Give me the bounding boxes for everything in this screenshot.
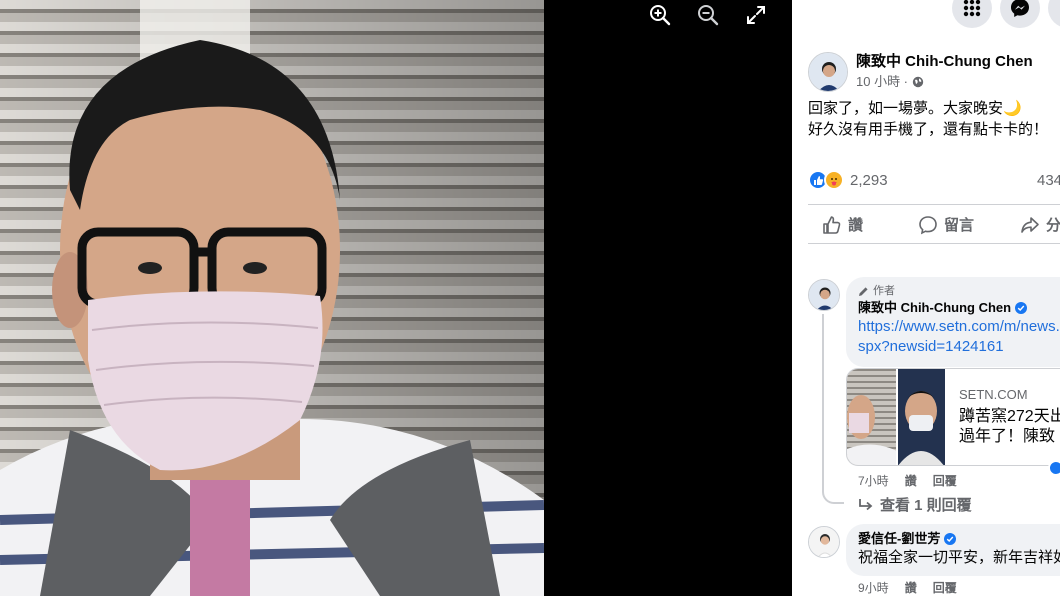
commenter-avatar-image bbox=[809, 527, 839, 557]
viewer-toolbar bbox=[648, 0, 768, 30]
thumbs-up-icon bbox=[813, 175, 823, 185]
view-replies-button[interactable]: 查看 1 則回覆 bbox=[858, 494, 972, 515]
link-preview-card[interactable]: SETN.COM 蹲苦窯272天出 過年了！陳致 bbox=[846, 368, 1060, 466]
link-preview-title: 蹲苦窯272天出 過年了！陳致 bbox=[959, 407, 1060, 447]
comment-icon bbox=[919, 215, 937, 234]
care-icon bbox=[831, 178, 837, 186]
comment-link[interactable]: https://www.setn.com/m/news.aspx?newsid=… bbox=[858, 317, 1060, 357]
divider-bottom bbox=[808, 243, 1060, 244]
comment-avatar[interactable] bbox=[808, 526, 840, 558]
photo-viewer bbox=[0, 0, 792, 596]
comment-count[interactable]: 434 bbox=[1037, 172, 1060, 189]
share-button[interactable]: 分享 bbox=[1020, 214, 1060, 235]
zoom-in-button[interactable] bbox=[648, 0, 672, 30]
reactions-bar: 2,293 434 bbox=[808, 170, 1060, 190]
zoom-out-button[interactable] bbox=[696, 0, 720, 30]
post-time[interactable]: 10 小時 · bbox=[856, 72, 908, 92]
globe-icon bbox=[912, 76, 924, 88]
like-label: 讚 bbox=[848, 217, 864, 234]
care-reaction-icon bbox=[824, 170, 844, 190]
comment-author[interactable]: 陳致中 Chih-Chung Chen bbox=[858, 299, 1060, 317]
zoom-in-icon bbox=[650, 5, 671, 26]
share-icon bbox=[1021, 216, 1039, 233]
comment-meta: 9小時 讚 回覆 bbox=[858, 579, 957, 596]
comment-like-button[interactable]: 讚 bbox=[905, 579, 917, 596]
author-badge: 作者 bbox=[858, 283, 1060, 299]
zoom-out-icon bbox=[698, 5, 719, 26]
checkmark-icon bbox=[1017, 305, 1025, 311]
comment-avatar[interactable] bbox=[808, 279, 840, 311]
post-photo[interactable] bbox=[0, 0, 544, 596]
comment-reply-button[interactable]: 回覆 bbox=[933, 579, 957, 596]
comment-meta: 7小時 讚 回覆 bbox=[858, 472, 957, 489]
post-text-line-1: 回家了，如一場夢。大家晚安🌙 bbox=[808, 100, 1022, 117]
reply-arrow-icon bbox=[859, 498, 873, 510]
post-detail-panel: 陳致中 Chih-Chung Chen 10 小時 · 回家了，如一場夢。大家晚… bbox=[792, 0, 1060, 596]
pencil-icon bbox=[859, 286, 868, 296]
verified-badge-icon bbox=[1015, 302, 1028, 314]
reply-thread-line bbox=[822, 314, 844, 504]
selfie-illustration bbox=[0, 0, 544, 596]
comment-bubble: 愛信任-劉世芳 祝福全家一切平安，新年吉祥如 bbox=[846, 524, 1060, 576]
comment-reply-button[interactable]: 回覆 bbox=[933, 472, 957, 489]
post-meta: 10 小時 · bbox=[856, 72, 1033, 92]
comment-author[interactable]: 愛信任-劉世芳 bbox=[858, 530, 1060, 548]
link-preview-title-line-2: 過年了！陳致 bbox=[959, 428, 1056, 445]
post-actions: 讚 留言 分享 bbox=[808, 206, 1060, 242]
comment-bubble: 作者 陳致中 Chih-Chung Chen https://www.setn.… bbox=[846, 277, 1060, 367]
post-text: 回家了，如一場夢。大家晚安🌙 好久沒有用手機了，還有點卡卡的！ bbox=[808, 98, 1048, 140]
top-nav-buttons bbox=[952, 0, 1060, 28]
post-header: 陳致中 Chih-Chung Chen 10 小時 · bbox=[808, 52, 1033, 92]
link-preview-title-line-1: 蹲苦窯272天出 bbox=[959, 408, 1060, 425]
link-preview-thumbnail bbox=[847, 369, 945, 465]
author-avatar-image bbox=[809, 53, 847, 91]
verified-badge-icon bbox=[944, 533, 957, 545]
preview-thumbnail-image bbox=[847, 369, 945, 465]
post-text-line-2: 好久沒有用手機了，還有點卡卡的！ bbox=[808, 121, 1049, 138]
comment-time[interactable]: 7小時 bbox=[858, 472, 889, 489]
menu-button[interactable] bbox=[952, 0, 992, 28]
reaction-icons[interactable] bbox=[808, 170, 844, 190]
fullscreen-icon bbox=[747, 6, 765, 24]
comment-author-name: 陳致中 Chih-Chung Chen bbox=[858, 300, 1012, 315]
comment-button[interactable]: 留言 bbox=[918, 214, 974, 235]
link-preview-site: SETN.COM bbox=[959, 387, 1028, 402]
messenger-button[interactable] bbox=[1000, 0, 1040, 28]
comment-text: 祝福全家一切平安，新年吉祥如 bbox=[858, 549, 1060, 566]
comment-author-name: 愛信任-劉世芳 bbox=[858, 531, 941, 546]
commenter-avatar-image bbox=[809, 280, 839, 310]
view-replies-label: 查看 1 則回覆 bbox=[880, 497, 972, 514]
share-label: 分享 bbox=[1046, 217, 1060, 234]
author-info: 陳致中 Chih-Chung Chen 10 小時 · bbox=[856, 52, 1033, 92]
like-icon bbox=[823, 215, 841, 234]
notifications-button[interactable] bbox=[1048, 0, 1060, 28]
comment-like-button[interactable]: 讚 bbox=[905, 472, 917, 489]
messenger-icon bbox=[1011, 0, 1029, 17]
checkmark-icon bbox=[947, 536, 954, 542]
comment-like-reaction-icon bbox=[1048, 460, 1060, 476]
photo-viewer-page: 陳致中 Chih-Chung Chen 10 小時 · 回家了，如一場夢。大家晚… bbox=[0, 0, 1060, 596]
author-badge-label: 作者 bbox=[873, 285, 895, 297]
comment-time[interactable]: 9小時 bbox=[858, 579, 889, 596]
reaction-count[interactable]: 2,293 bbox=[850, 172, 888, 189]
comment-label: 留言 bbox=[944, 217, 975, 234]
fullscreen-button[interactable] bbox=[744, 0, 768, 30]
author-name[interactable]: 陳致中 Chih-Chung Chen bbox=[856, 52, 1033, 72]
grid-menu-icon bbox=[963, 0, 981, 17]
divider-top bbox=[808, 204, 1060, 205]
author-avatar[interactable] bbox=[808, 52, 848, 92]
like-button[interactable]: 讚 bbox=[822, 214, 863, 235]
